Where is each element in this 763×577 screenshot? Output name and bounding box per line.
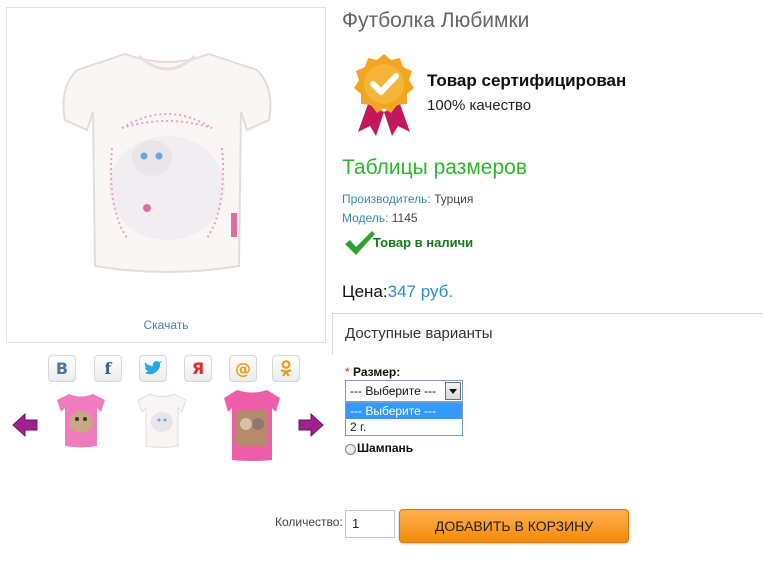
checkmark-icon	[345, 231, 375, 255]
in-stock-indicator	[344, 230, 376, 261]
thumbnail-2[interactable]	[136, 386, 188, 455]
stock-status: Товар в наличи	[373, 235, 474, 250]
moi-krug-icon: Я	[191, 359, 205, 378]
checkmark-badge-icon	[354, 54, 414, 136]
model-row: Модель: 1145	[342, 211, 418, 225]
product-title: Футболка Любимки	[342, 9, 530, 32]
size-option[interactable]: 2 г.	[346, 419, 462, 435]
certificate-title: Товар сертифицирован	[427, 71, 627, 90]
pink-tshirt-thumbnail	[57, 394, 105, 448]
white-tshirt-thumbnail	[137, 393, 187, 448]
odnoklassniki-share-button[interactable]	[272, 355, 300, 382]
chevron-down-icon	[449, 388, 457, 394]
manufacturer-row: Производитель: Турция	[342, 192, 473, 206]
vkontakte-icon: В	[55, 359, 69, 378]
dropdown-button[interactable]	[445, 382, 461, 400]
size-option[interactable]: --- Выберите ---	[346, 403, 462, 419]
color-option-label: Шампань	[357, 441, 414, 455]
facebook-icon: f	[104, 359, 112, 378]
arrow-left-icon	[12, 412, 38, 438]
add-to-cart-button[interactable]: ДОБАВИТЬ В КОРЗИНУ	[399, 509, 629, 543]
download-link[interactable]: Скачать	[6, 318, 326, 332]
carousel-prev-button[interactable]	[12, 412, 38, 442]
size-label-text: Размер:	[353, 365, 401, 379]
manufacturer-value: Турция	[434, 192, 474, 206]
thumbnail-3[interactable]	[222, 386, 282, 467]
variants-title: Доступные варианты	[345, 325, 493, 342]
size-field-label: * Размер:	[345, 365, 400, 379]
vkontakte-share-button[interactable]: В	[48, 355, 76, 382]
twitter-share-button[interactable]	[139, 355, 167, 382]
twitter-icon	[144, 360, 162, 374]
quantity-input[interactable]: 1	[345, 510, 395, 538]
manufacturer-label[interactable]: Производитель:	[342, 192, 431, 206]
price-label: Цена:	[342, 282, 388, 301]
mail-icon: @	[235, 359, 251, 378]
thumbnail-1[interactable]	[55, 386, 107, 455]
price: Цена:347 руб.	[342, 282, 453, 302]
moi-krug-share-button[interactable]: Я	[184, 355, 212, 382]
certificate-subtitle: 100% качество	[427, 97, 532, 114]
arrow-right-icon	[298, 412, 324, 438]
odnoklassniki-icon	[280, 359, 292, 377]
quantity-label: Количество:	[275, 515, 343, 529]
size-select-value: --- Выберите ---	[350, 384, 437, 398]
mail-share-button[interactable]: @	[229, 355, 257, 382]
certificate-badge	[350, 52, 418, 141]
tshirt-image	[62, 52, 272, 273]
size-chart-link[interactable]: Таблицы размеров	[342, 156, 527, 180]
model-label: Модель:	[342, 211, 389, 225]
pink-cats-tshirt-thumbnail	[224, 390, 280, 461]
carousel-next-button[interactable]	[298, 412, 324, 442]
add-to-cart-label: ДОБАВИТЬ В КОРЗИНУ	[434, 518, 594, 534]
model-value: 1145	[391, 211, 418, 225]
size-select[interactable]: --- Выберите ---	[345, 380, 463, 402]
price-value: 347 руб.	[387, 282, 454, 301]
facebook-share-button[interactable]: f	[94, 355, 122, 382]
color-option[interactable]: Шампань	[345, 441, 413, 455]
radio-button[interactable]	[345, 444, 356, 455]
required-mark: *	[345, 365, 350, 379]
size-dropdown-list: --- Выберите --- 2 г.	[345, 402, 463, 436]
variants-heading: Доступные варианты	[332, 313, 763, 355]
product-main-image[interactable]	[6, 7, 326, 343]
